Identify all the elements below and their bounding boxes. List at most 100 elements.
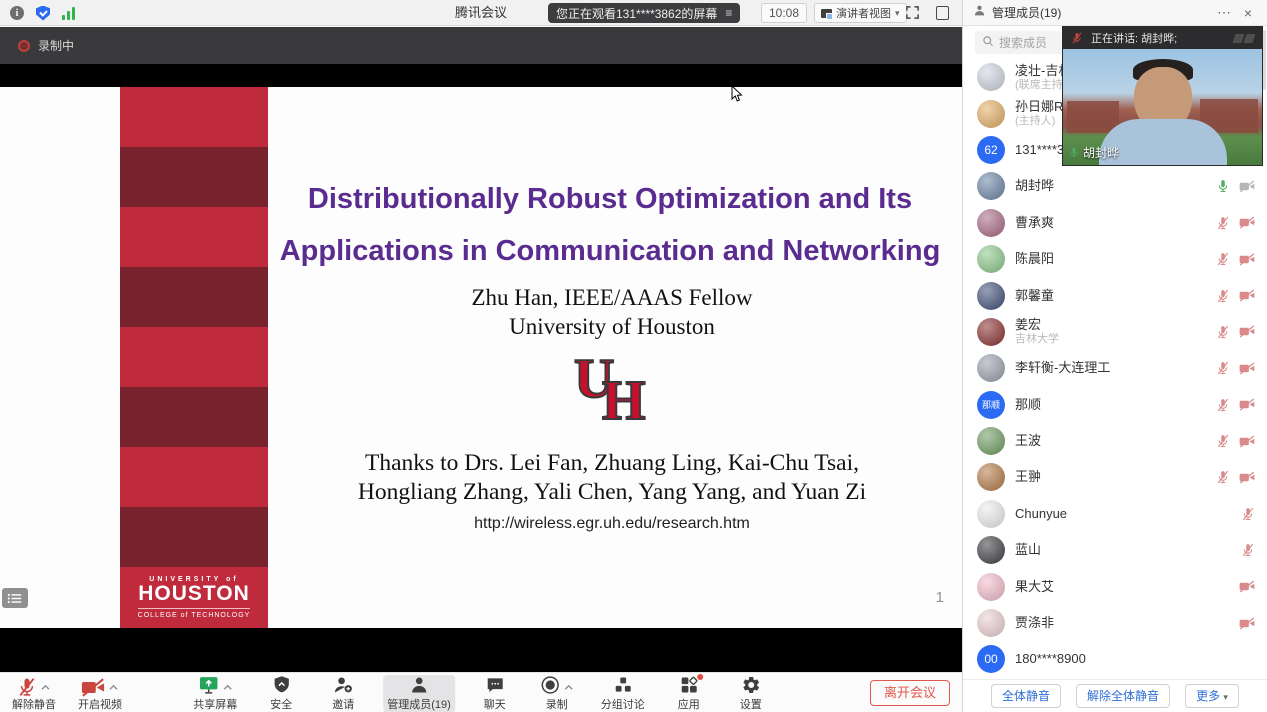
member-name: 陈晨阳	[1015, 251, 1206, 267]
invite-icon	[333, 675, 353, 700]
window-layout-icon[interactable]	[936, 6, 949, 20]
member-camera-status-icon	[1239, 289, 1255, 302]
camera-off-icon	[81, 678, 105, 697]
shared-screen-stage: UNIVERSITY of HOUSTON COLLEGE of TECHNOL…	[0, 64, 962, 672]
meeting-protect-icon[interactable]	[36, 6, 50, 21]
slide-author: Zhu Han, IEEE/AAAS Fellow	[268, 283, 956, 312]
meeting-time: 10:08	[761, 3, 807, 23]
member-row[interactable]: 姜宏 吉林大学	[963, 314, 1267, 350]
uh-college-logo: UNIVERSITY of HOUSTON COLLEGE of TECHNOL…	[120, 567, 268, 628]
manage-members-button[interactable]: 管理成员(19)	[383, 675, 455, 712]
slide-stripe-column: UNIVERSITY of HOUSTON COLLEGE of TECHNOL…	[120, 87, 268, 628]
security-button[interactable]: 安全	[259, 675, 303, 712]
member-camera-status-icon	[1239, 617, 1255, 630]
members-panel-footer: 全体静音 解除全体静音 更多 ▾	[963, 679, 1267, 712]
member-camera-status-icon	[1239, 471, 1255, 484]
member-camera-status-icon	[1239, 180, 1255, 193]
member-row[interactable]: Chunyue	[963, 496, 1267, 532]
security-shield-icon	[272, 675, 291, 699]
recording-bar: 录制中	[0, 27, 962, 64]
member-mic-status-icon	[1216, 434, 1230, 448]
member-avatar	[977, 245, 1005, 273]
record-options-chevron-icon[interactable]	[563, 684, 574, 691]
member-avatar	[977, 609, 1005, 637]
apps-button[interactable]: 应用	[667, 675, 711, 712]
member-row[interactable]: 王波	[963, 423, 1267, 459]
speaker-video-thumbnail[interactable]: 正在讲话: 胡封晔; 胡封晔	[1062, 26, 1263, 166]
member-name: 王翀	[1015, 469, 1206, 485]
member-camera-status-icon	[1239, 580, 1255, 593]
speaker-video-frame: 胡封晔	[1063, 49, 1262, 165]
settings-button[interactable]: 设置	[729, 675, 773, 712]
member-mic-status-icon	[1216, 325, 1230, 339]
member-row[interactable]: 蓝山	[963, 532, 1267, 568]
member-mic-status-icon	[1241, 507, 1255, 521]
breakout-rooms-button[interactable]: 分组讨论	[597, 675, 649, 712]
mute-all-button[interactable]: 全体静音	[991, 684, 1061, 708]
more-button[interactable]: 更多 ▾	[1185, 684, 1239, 708]
member-row[interactable]: 00 180****8900	[963, 641, 1267, 677]
member-avatar	[977, 282, 1005, 310]
share-options-chevron-icon[interactable]	[222, 684, 233, 691]
member-avatar: 那顺	[977, 391, 1005, 419]
member-name: 李轩衡-大连理工	[1015, 360, 1206, 376]
view-mode-label: 演讲者视图	[836, 5, 891, 21]
record-button[interactable]: 录制	[535, 675, 579, 712]
member-row[interactable]: 贾涤非	[963, 605, 1267, 641]
chat-button[interactable]: 聊天	[473, 675, 517, 712]
member-name: 果大艾	[1015, 579, 1229, 595]
member-mic-status-icon	[1216, 361, 1230, 375]
slide-page-number: 1	[936, 589, 944, 606]
member-avatar	[977, 427, 1005, 455]
member-row[interactable]: 陈晨阳	[963, 241, 1267, 277]
member-name: 王波	[1015, 433, 1206, 449]
unmute-button[interactable]: 解除静音	[8, 675, 60, 712]
member-avatar	[977, 463, 1005, 491]
member-row[interactable]: 王翀	[963, 459, 1267, 495]
invite-button[interactable]: 邀请	[321, 675, 365, 712]
member-row[interactable]: 郭馨童	[963, 277, 1267, 313]
network-signal-icon[interactable]	[62, 7, 75, 20]
speaker-view-icon	[821, 9, 832, 18]
members-panel-header: 管理成员(19) ⋯ ×	[963, 0, 1267, 26]
speaking-banner: 正在讲话: 胡封晔;	[1063, 27, 1262, 49]
member-row[interactable]: 曹承爽	[963, 205, 1267, 241]
breakout-rooms-icon	[613, 675, 633, 700]
member-row[interactable]: 果大艾	[963, 568, 1267, 604]
slide-title-line1: Distributionally Robust Optimization and…	[262, 173, 958, 225]
meeting-info-icon[interactable]: i	[10, 6, 24, 20]
member-avatar: 62	[977, 136, 1005, 164]
member-name: 胡封晔	[1015, 178, 1206, 194]
member-avatar	[977, 172, 1005, 200]
panel-more-icon[interactable]: ⋯	[1215, 4, 1233, 21]
recording-label: 录制中	[38, 37, 74, 54]
fullscreen-icon[interactable]	[905, 5, 920, 25]
member-row[interactable]: 那顺 那顺	[963, 387, 1267, 423]
leave-meeting-button[interactable]: 离开会议	[870, 680, 950, 706]
video-mic-on-icon	[1068, 147, 1080, 159]
agenda-toggle-button[interactable]	[2, 588, 28, 608]
apps-icon	[679, 675, 699, 700]
mic-options-chevron-icon[interactable]	[40, 684, 51, 691]
tencent-meeting-app: 腾讯会议 i 您正在观看131****3862的屏幕 ≡ 10:08 演讲者视图…	[0, 0, 1267, 712]
slide-url: http://wireless.egr.uh.edu/research.htm	[268, 515, 956, 533]
member-row[interactable]: 李轩衡-大连理工	[963, 350, 1267, 386]
record-icon	[540, 675, 560, 700]
share-screen-button[interactable]: 共享屏幕	[189, 675, 241, 712]
view-mode-button[interactable]: 演讲者视图 ▾	[814, 3, 907, 23]
member-row[interactable]: 胡封晔	[963, 168, 1267, 204]
video-options-chevron-icon[interactable]	[108, 684, 119, 691]
members-header-icon	[973, 4, 986, 22]
member-mic-status-icon	[1216, 252, 1230, 266]
slide-thanks: Thanks to Drs. Lei Fan, Zhuang Ling, Kai…	[268, 449, 956, 507]
watching-screen-pill[interactable]: 您正在观看131****3862的屏幕 ≡	[548, 3, 740, 23]
pill-menu-icon[interactable]: ≡	[725, 6, 732, 20]
member-name: 180****8900	[1015, 651, 1245, 667]
slide-title: Distributionally Robust Optimization and…	[262, 173, 958, 277]
member-name: 曹承爽	[1015, 215, 1206, 231]
start-video-button[interactable]: 开启视频	[74, 675, 126, 712]
mic-muted-icon	[17, 677, 37, 697]
unmute-all-button[interactable]: 解除全体静音	[1076, 684, 1170, 708]
panel-close-icon[interactable]: ×	[1239, 5, 1257, 21]
video-name-label: 胡封晔	[1068, 144, 1119, 161]
